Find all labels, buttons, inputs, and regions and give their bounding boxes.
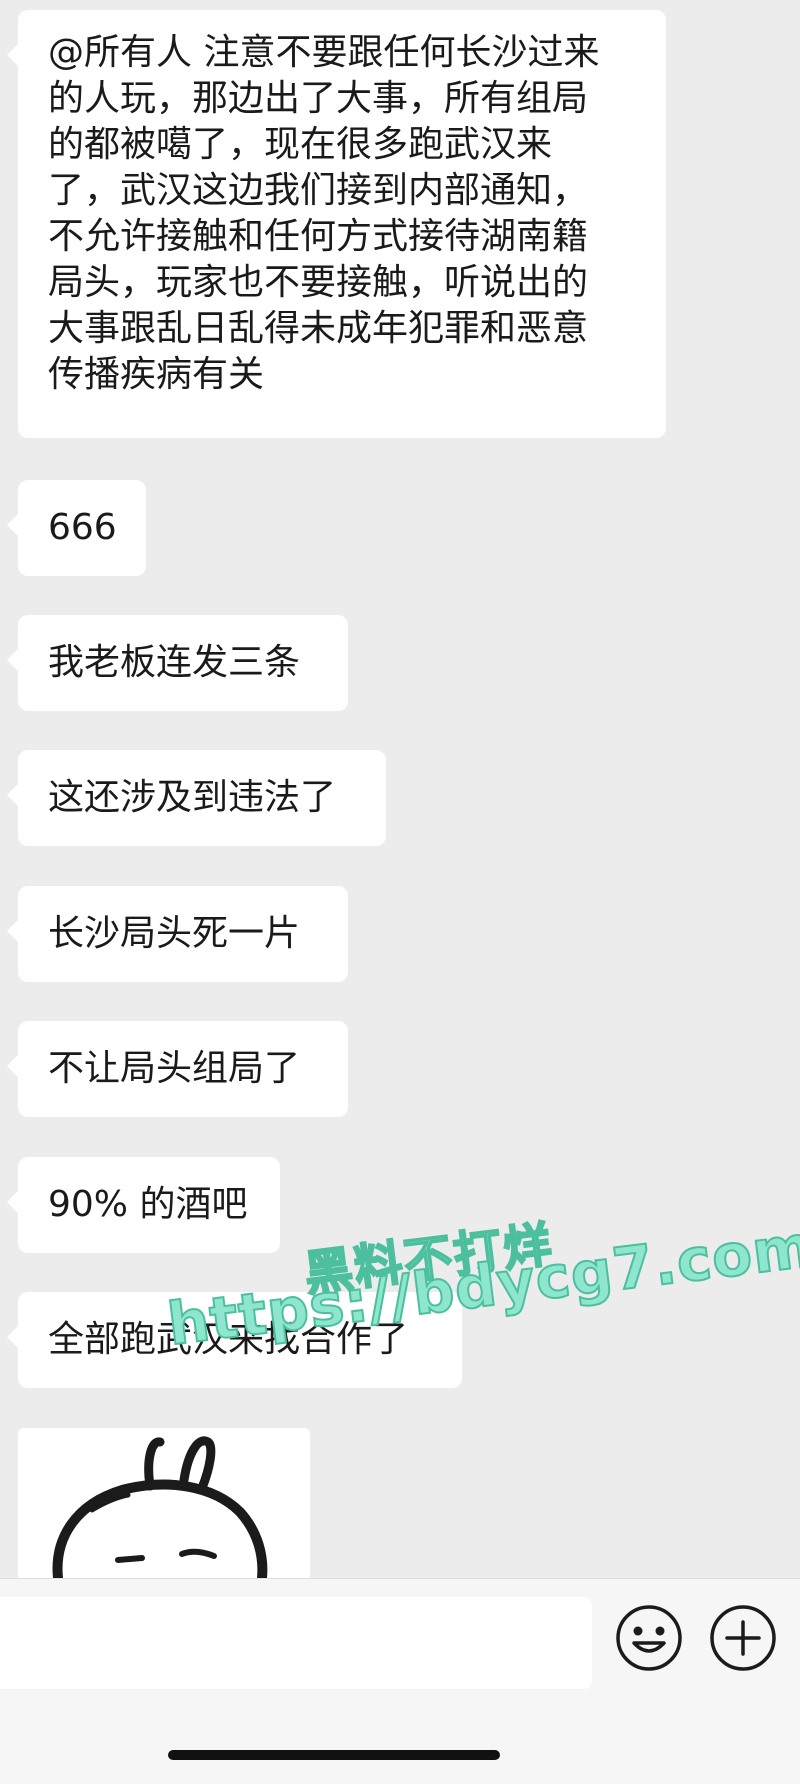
message-text: 90% 的酒吧 — [48, 1184, 248, 1225]
input-bar — [0, 1578, 800, 1784]
home-indicator[interactable] — [168, 1750, 500, 1760]
message-bubble-1[interactable]: @所有人 注意不要跟任何长沙过来 的人玩，那边出了大事，所有组局 的都被噶了，现… — [7, 10, 666, 438]
more-button[interactable] — [708, 1603, 778, 1673]
message-bubble-2[interactable]: 666 — [7, 480, 146, 576]
message-bubble-6[interactable]: 不让局头组局了 — [7, 1021, 348, 1117]
message-bubble-8[interactable]: 全部跑武汉来找合作了 — [7, 1292, 462, 1388]
bunny-face-icon — [52, 1436, 268, 1578]
message-text: 全部跑武汉来找合作了 — [48, 1319, 409, 1360]
message-text: @所有人 注意不要跟任何长沙过来 的人玩，那边出了大事，所有组局 的都被噶了，现… — [48, 32, 600, 395]
bunny-face-sticker[interactable] — [18, 1428, 310, 1578]
plus-circle-icon — [710, 1605, 776, 1671]
message-bubble-5[interactable]: 长沙局头死一片 — [7, 886, 348, 982]
message-text: 我老板连发三条 — [48, 642, 301, 683]
message-input[interactable] — [0, 1597, 592, 1689]
message-text: 这还涉及到违法了 — [48, 777, 337, 818]
message-bubble-3[interactable]: 我老板连发三条 — [7, 615, 348, 711]
message-text: 666 — [48, 507, 117, 548]
emoji-button[interactable] — [614, 1603, 684, 1673]
smiley-icon — [616, 1605, 682, 1671]
message-text: 不让局头组局了 — [48, 1048, 301, 1089]
message-bubble-4[interactable]: 这还涉及到违法了 — [7, 750, 386, 846]
chat-area: @所有人 注意不要跟任何长沙过来 的人玩，那边出了大事，所有组局 的都被噶了，现… — [0, 0, 800, 1578]
message-bubble-7[interactable]: 90% 的酒吧 — [7, 1157, 280, 1253]
message-text: 长沙局头死一片 — [48, 913, 301, 954]
